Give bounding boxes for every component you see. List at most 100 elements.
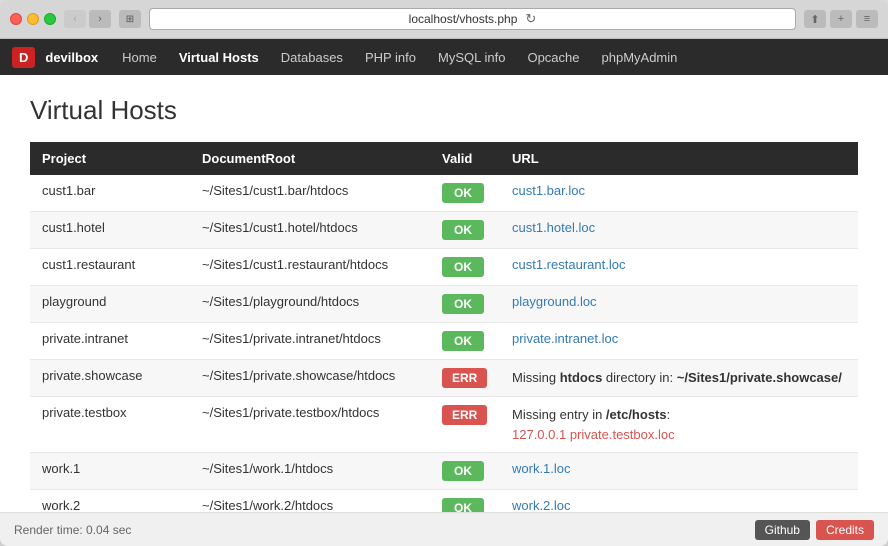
cell-docroot: ~/Sites1/private.intranet/htdocs (190, 323, 430, 360)
status-badge: OK (442, 331, 484, 351)
cell-project: playground (30, 286, 190, 323)
sidebar-toggle-button[interactable]: ≡ (856, 10, 878, 28)
cell-url: playground.loc (500, 286, 858, 323)
header-valid: Valid (430, 142, 500, 175)
nav-links: Home Virtual Hosts Databases PHP info My… (112, 44, 687, 71)
error-text: Missing entry in /etc/hosts:127.0.0.1 pr… (512, 407, 846, 444)
table-row: playground~/Sites1/playground/htdocs OK pl… (30, 286, 858, 323)
cell-url: cust1.hotel.loc (500, 212, 858, 249)
table-row: private.intranet~/Sites1/private.intrane… (30, 323, 858, 360)
cell-project: cust1.bar (30, 175, 190, 212)
url-link[interactable]: work.2.loc (512, 498, 571, 512)
url-link[interactable]: cust1.bar.loc (512, 183, 585, 198)
table-row: private.showcase~/Sites1/private.showcas… (30, 360, 858, 397)
cell-docroot: ~/Sites1/work.1/htdocs (190, 453, 430, 490)
credits-button[interactable]: Credits (816, 520, 874, 540)
cell-url: cust1.restaurant.loc (500, 249, 858, 286)
cell-valid: OK (430, 212, 500, 249)
cell-docroot: ~/Sites1/private.testbox/htdocs (190, 397, 430, 453)
cell-url: Missing htdocs directory in: ~/Sites1/pr… (500, 360, 858, 397)
logo-letter: D (19, 50, 28, 65)
url-link[interactable]: cust1.hotel.loc (512, 220, 595, 235)
cell-project: work.1 (30, 453, 190, 490)
top-nav: D devilbox Home Virtual Hosts Databases … (0, 39, 888, 75)
error-text: Missing htdocs directory in: ~/Sites1/pr… (512, 370, 842, 385)
nav-opcache[interactable]: Opcache (517, 44, 589, 71)
devilbox-logo: D (12, 47, 35, 68)
status-badge: ERR (442, 405, 487, 425)
forward-button[interactable]: › (89, 10, 111, 28)
status-badge: OK (442, 498, 484, 512)
table-row: cust1.restaurant~/Sites1/cust1.restauran… (30, 249, 858, 286)
back-button[interactable]: ‹ (64, 10, 86, 28)
close-button[interactable] (10, 13, 22, 25)
browser-titlebar: ‹ › ⊞ localhost/vhosts.php ↻ ⬆ + ≡ (0, 0, 888, 39)
cell-valid: ERR (430, 397, 500, 453)
table-row: cust1.bar~/Sites1/cust1.bar/htdocs OK cust… (30, 175, 858, 212)
status-badge: ERR (442, 368, 487, 388)
table-row: work.2~/Sites1/work.2/htdocs OK work.2.loc (30, 490, 858, 513)
page-title: Virtual Hosts (30, 95, 858, 126)
status-badge: OK (442, 220, 484, 240)
brand-name: devilbox (45, 50, 98, 65)
nav-phpmyadmin[interactable]: phpMyAdmin (592, 44, 688, 71)
footer: Render time: 0.04 sec Github Credits (0, 512, 888, 546)
nav-buttons: ‹ › (64, 10, 111, 28)
cell-valid: OK (430, 249, 500, 286)
cell-valid: OK (430, 490, 500, 513)
cell-project: private.testbox (30, 397, 190, 453)
reload-icon[interactable]: ↻ (525, 11, 536, 27)
cell-valid: OK (430, 453, 500, 490)
table-row: cust1.hotel~/Sites1/cust1.hotel/htdocs OK… (30, 212, 858, 249)
browser-window: ‹ › ⊞ localhost/vhosts.php ↻ ⬆ + ≡ D dev… (0, 0, 888, 546)
cell-project: cust1.restaurant (30, 249, 190, 286)
url-link[interactable]: private.intranet.loc (512, 331, 618, 346)
traffic-lights (10, 13, 56, 25)
github-button[interactable]: Github (755, 520, 810, 540)
cell-docroot: ~/Sites1/cust1.restaurant/htdocs (190, 249, 430, 286)
url-link[interactable]: playground.loc (512, 294, 597, 309)
header-url: URL (500, 142, 858, 175)
minimize-button[interactable] (27, 13, 39, 25)
header-project: Project (30, 142, 190, 175)
cell-docroot: ~/Sites1/work.2/htdocs (190, 490, 430, 513)
table-row: work.1~/Sites1/work.1/htdocs OK work.1.loc (30, 453, 858, 490)
cell-project: private.intranet (30, 323, 190, 360)
cell-valid: OK (430, 286, 500, 323)
cell-valid: ERR (430, 360, 500, 397)
cell-url: Missing entry in /etc/hosts:127.0.0.1 pr… (500, 397, 858, 453)
cell-docroot: ~/Sites1/playground/htdocs (190, 286, 430, 323)
url-link[interactable]: work.1.loc (512, 461, 571, 476)
browser-actions: ⬆ + ≡ (804, 10, 878, 28)
cell-url: cust1.bar.loc (500, 175, 858, 212)
cell-url: work.2.loc (500, 490, 858, 513)
status-badge: OK (442, 183, 484, 203)
cell-project: work.2 (30, 490, 190, 513)
cell-project: cust1.hotel (30, 212, 190, 249)
footer-buttons: Github Credits (755, 520, 874, 540)
vhosts-table: Project DocumentRoot Valid URL cust1.bar… (30, 142, 858, 512)
new-tab-button[interactable]: + (830, 10, 852, 28)
nav-databases[interactable]: Databases (271, 44, 353, 71)
url-link[interactable]: cust1.restaurant.loc (512, 257, 625, 272)
cell-project: private.showcase (30, 360, 190, 397)
cell-docroot: ~/Sites1/private.showcase/htdocs (190, 360, 430, 397)
window-button[interactable]: ⊞ (119, 10, 141, 28)
render-time: Render time: 0.04 sec (14, 523, 131, 537)
nav-vhosts[interactable]: Virtual Hosts (169, 44, 269, 71)
maximize-button[interactable] (44, 13, 56, 25)
share-button[interactable]: ⬆ (804, 10, 826, 28)
nav-phpinfo[interactable]: PHP info (355, 44, 426, 71)
nav-mysqlinfo[interactable]: MySQL info (428, 44, 515, 71)
cell-valid: OK (430, 175, 500, 212)
cell-docroot: ~/Sites1/cust1.hotel/htdocs (190, 212, 430, 249)
status-badge: OK (442, 257, 484, 277)
status-badge: OK (442, 294, 484, 314)
address-bar[interactable]: localhost/vhosts.php ↻ (149, 8, 796, 30)
address-text: localhost/vhosts.php (409, 12, 518, 26)
cell-url: work.1.loc (500, 453, 858, 490)
cell-docroot: ~/Sites1/cust1.bar/htdocs (190, 175, 430, 212)
nav-home[interactable]: Home (112, 44, 167, 71)
status-badge: OK (442, 461, 484, 481)
cell-url: private.intranet.loc (500, 323, 858, 360)
